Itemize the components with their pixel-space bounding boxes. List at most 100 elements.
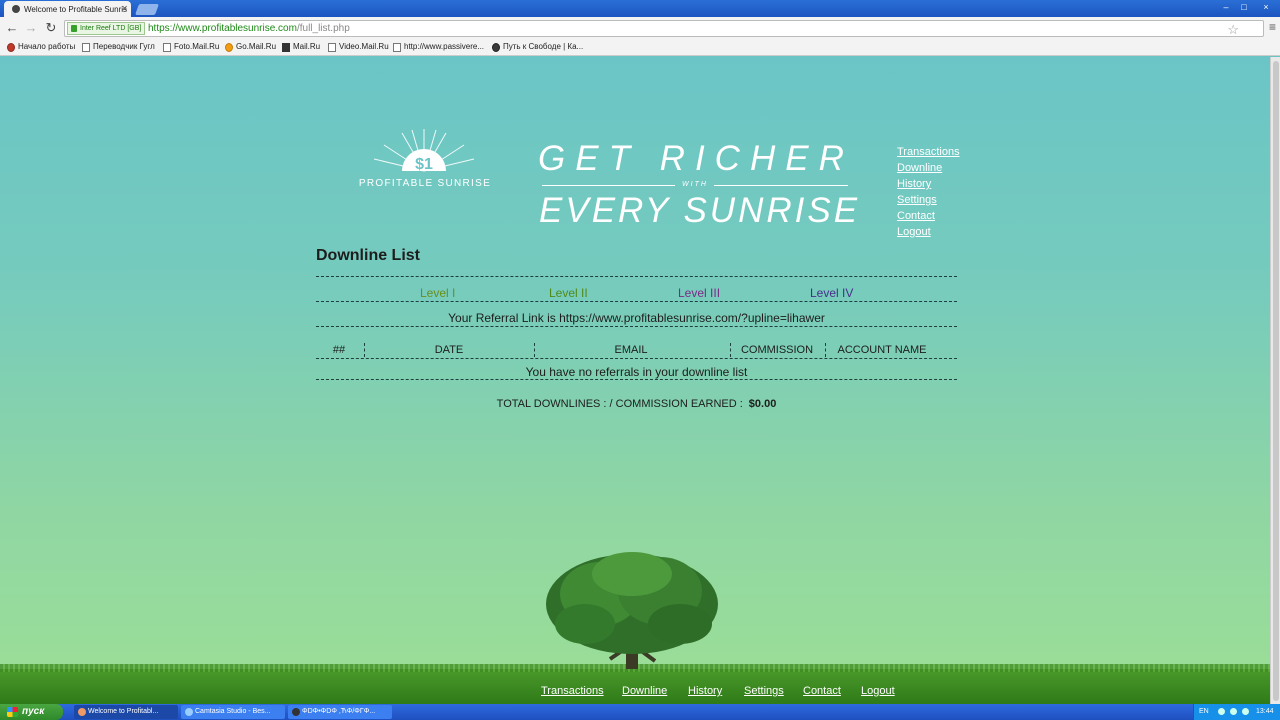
divider <box>316 326 957 327</box>
language-indicator[interactable]: EN <box>1199 708 1209 715</box>
camtasia-icon <box>185 708 193 716</box>
column-header-email: EMAIL <box>614 344 648 356</box>
column-separator <box>730 343 731 357</box>
taskbar-item[interactable]: ΦDΦ•ΦDΦ ,ЋΦ/ΦΓΦ... <box>288 705 392 719</box>
lock-icon <box>71 25 77 32</box>
top-nav-logout[interactable]: Logout <box>897 226 931 238</box>
page-icon <box>328 43 336 52</box>
top-nav-downline[interactable]: Downline <box>897 162 942 174</box>
browser-title-bar: Welcome to Profitable Sunris ✕ – □ × <box>0 0 1280 17</box>
taskbar: пуск Welcome to Profitabl... Camtasia St… <box>0 704 1280 720</box>
bookmark-item[interactable]: Начало работы <box>7 42 76 52</box>
search-icon <box>225 43 233 52</box>
browser-menu-icon[interactable]: ≡ <box>1269 20 1276 34</box>
bookmark-item[interactable]: Foto.Mail.Ru <box>163 42 219 52</box>
vertical-scrollbar[interactable] <box>1270 57 1280 704</box>
back-arrow-icon[interactable]: ← <box>4 20 20 36</box>
divider <box>316 276 957 277</box>
top-nav-contact[interactable]: Contact <box>897 210 935 222</box>
top-nav-settings[interactable]: Settings <box>897 194 937 206</box>
page-icon <box>393 43 401 52</box>
ev-badge-text: Inter Reef LTD [GB] <box>80 25 142 32</box>
windows-logo-icon <box>7 707 18 717</box>
slogan-top: GET RICHER <box>538 139 854 178</box>
totals-label: TOTAL DOWNLINES : / COMMISSION EARNED : <box>496 398 743 410</box>
divider <box>316 379 957 380</box>
url-text[interactable]: https://www.profitablesunrise.com/full_l… <box>148 21 350 36</box>
divider <box>316 358 957 359</box>
forward-arrow-icon[interactable]: → <box>23 20 39 36</box>
start-label: пуск <box>22 706 45 717</box>
column-separator <box>534 343 535 357</box>
maximize-button[interactable]: □ <box>1236 1 1252 14</box>
divider <box>316 301 957 302</box>
browser-tab[interactable]: Welcome to Profitable Sunris ✕ <box>4 1 131 17</box>
top-nav-transactions[interactable]: Transactions <box>897 146 960 158</box>
logo-symbol: $1 <box>415 156 433 173</box>
tab-level-3[interactable]: Level III <box>678 286 720 300</box>
browser-toolbar: ← → ↻ Inter Reef LTD [GB] https://www.pr… <box>0 17 1280 39</box>
footer-nav-transactions[interactable]: Transactions <box>541 685 604 697</box>
tab-level-1[interactable]: Level I <box>420 286 455 300</box>
url-path: /full_list.php <box>296 23 350 34</box>
tray-icon[interactable] <box>1230 708 1237 715</box>
tree-illustration <box>546 552 718 669</box>
footer-nav-logout[interactable]: Logout <box>861 685 895 697</box>
taskbar-item[interactable]: Camtasia Studio - Bes... <box>181 705 285 719</box>
scrollbar-thumb[interactable] <box>1273 61 1279 701</box>
ev-certificate-badge[interactable]: Inter Reef LTD [GB] <box>67 22 146 35</box>
tray-icon[interactable] <box>1242 708 1249 715</box>
bookmarks-bar: Начало работы Переводчик Гугл Foto.Mail.… <box>0 39 1280 56</box>
top-nav-history[interactable]: History <box>897 178 931 190</box>
bookmark-label: Go.Mail.Ru <box>236 42 277 51</box>
close-window-button[interactable]: × <box>1258 1 1274 14</box>
page-icon <box>163 43 171 52</box>
reload-icon[interactable]: ↻ <box>43 20 59 36</box>
bookmark-label: Начало работы <box>18 42 76 51</box>
column-header-commission: COMMISSION <box>740 344 814 356</box>
bookmark-label: Mail.Ru <box>293 42 321 51</box>
minimize-button[interactable]: – <box>1218 1 1234 14</box>
page-icon <box>82 43 90 52</box>
bookmark-item[interactable]: Go.Mail.Ru <box>225 42 277 52</box>
tab-level-2[interactable]: Level II <box>549 286 588 300</box>
totals-summary: TOTAL DOWNLINES : / COMMISSION EARNED : $… <box>316 398 957 410</box>
chrome-icon <box>78 708 86 716</box>
referral-link: Your Referral Link is https://www.profit… <box>448 311 825 325</box>
footer-nav-contact[interactable]: Contact <box>803 685 841 697</box>
footer-nav-history[interactable]: History <box>688 685 722 697</box>
empty-state-message: You have no referrals in your downline l… <box>525 365 748 379</box>
page-viewport: $1 PROFITABLE SUNRISE GET RICHER WITH EV… <box>0 57 1270 704</box>
url-host: https://www.profitablesunrise.com <box>148 23 297 34</box>
bookmark-star-icon[interactable]: ☆ <box>1227 22 1239 37</box>
start-button[interactable]: пуск <box>0 704 63 720</box>
bookmark-item[interactable]: http://www.passivere... <box>393 42 485 52</box>
column-header-number: ## <box>332 344 346 356</box>
bookmark-item[interactable]: Video.Mail.Ru <box>328 42 389 52</box>
tab-level-4[interactable]: Level IV <box>810 286 853 300</box>
address-bar[interactable]: Inter Reef LTD [GB] https://www.profitab… <box>64 20 1264 37</box>
footer-nav-settings[interactable]: Settings <box>744 685 784 697</box>
tab-favicon-icon <box>12 5 20 13</box>
bookmark-item[interactable]: Mail.Ru <box>282 42 321 52</box>
new-tab-button[interactable] <box>134 4 160 15</box>
system-tray: EN 13:44 <box>1193 704 1280 720</box>
column-separator <box>825 343 826 357</box>
taskbar-item-label: ΦDΦ•ΦDΦ ,ЋΦ/ΦΓΦ... <box>302 708 376 715</box>
tray-icon[interactable] <box>1218 708 1225 715</box>
bookmark-label: http://www.passivere... <box>404 42 485 51</box>
mail-icon <box>282 43 290 52</box>
bookmark-label: Путь к Свободе | Ка... <box>503 42 584 51</box>
tab-close-icon[interactable]: ✕ <box>121 4 128 13</box>
page-title: Downline List <box>316 247 420 264</box>
slogan-divider <box>714 185 848 186</box>
bookmark-item[interactable]: Путь к Свободе | Ка... <box>492 42 584 52</box>
wordpress-icon <box>492 43 500 52</box>
taskbar-item-label: Welcome to Profitabl... <box>88 708 159 715</box>
bookmark-item[interactable]: Переводчик Гугл <box>82 42 155 52</box>
footer-nav-downline[interactable]: Downline <box>622 685 667 697</box>
bookmark-favicon-icon <box>7 43 15 52</box>
tab-title: Welcome to Profitable Sunris <box>24 5 128 14</box>
commission-total: $0.00 <box>748 398 777 410</box>
taskbar-item[interactable]: Welcome to Profitabl... <box>74 705 178 719</box>
